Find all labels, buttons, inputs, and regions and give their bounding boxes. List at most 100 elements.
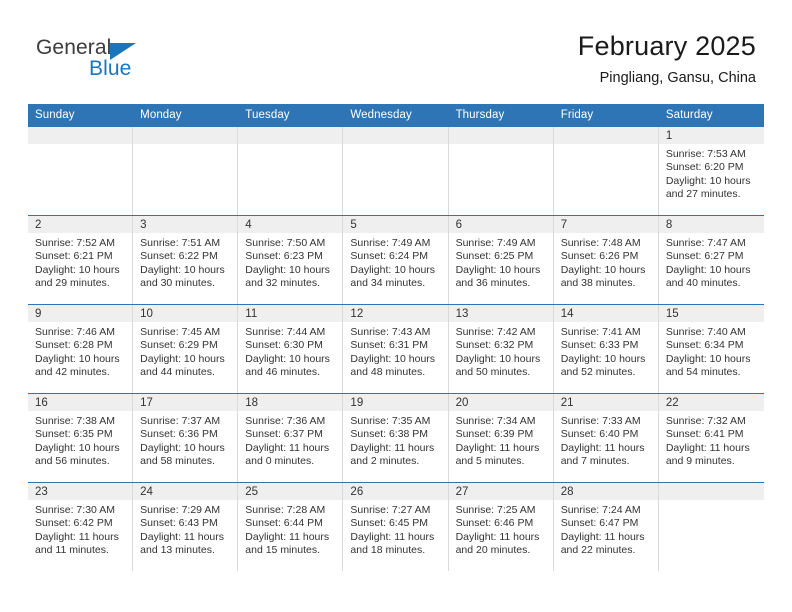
calendar-day-cell[interactable]: 6 Sunrise: 7:49 AM Sunset: 6:25 PM Daylight…: [448, 215, 554, 305]
day-details: Sunrise: 7:50 AM Sunset: 6:23 PM Daylight:…: [238, 233, 342, 291]
sunrise-text: Sunrise: 7:44 AM: [245, 326, 326, 338]
sunset-text: Sunset: 6:35 PM: [35, 428, 113, 441]
day-number: 19: [343, 394, 448, 411]
sunset-text: Sunset: 6:23 PM: [245, 250, 323, 263]
calendar-day-cell[interactable]: 17 Sunrise: 7:37 AM Sunset: 6:36 PM Dayligh…: [133, 393, 239, 483]
calendar-week-row: 9 Sunrise: 7:46 AM Sunset: 6:28 PM Daylight…: [28, 304, 764, 394]
sunset-text: Sunset: 6:22 PM: [140, 250, 218, 263]
calendar-day-cell[interactable]: 16 Sunrise: 7:38 AM Sunset: 6:35 PM Dayligh…: [28, 393, 134, 483]
day-cell-inner: 15 Sunrise: 7:40 AM Sunset: 6:34 PM Dayligh…: [658, 305, 764, 393]
calendar-day-cell[interactable]: 15 Sunrise: 7:40 AM Sunset: 6:34 PM Dayligh…: [658, 304, 764, 394]
sunrise-text: Sunrise: 7:37 AM: [140, 415, 221, 427]
sunset-text: Sunset: 6:28 PM: [35, 339, 113, 352]
calendar-day-cell[interactable]: 28 Sunrise: 7:24 AM Sunset: 6:47 PM Dayligh…: [553, 482, 659, 571]
sunrise-text: Sunrise: 7:43 AM: [350, 326, 431, 338]
day-number: 4: [238, 216, 343, 233]
calendar-day-cell[interactable]: 23 Sunrise: 7:30 AM Sunset: 6:42 PM Dayligh…: [28, 482, 134, 571]
day-number: 25: [238, 483, 343, 500]
daylight-text-line2: and 20 minutes.: [455, 544, 531, 557]
daylight-text-line2: and 50 minutes.: [455, 366, 531, 379]
calendar-grid: Sunday Monday Tuesday Wednesday Thursday…: [28, 104, 764, 571]
day-number: [238, 127, 343, 144]
daylight-text-line1: Daylight: 10 hours: [350, 263, 436, 276]
day-number: 18: [238, 394, 343, 411]
calendar-day-cell[interactable]: 5 Sunrise: 7:49 AM Sunset: 6:24 PM Daylight…: [343, 215, 449, 305]
daylight-text-line1: Daylight: 10 hours: [455, 263, 541, 276]
calendar-day-cell[interactable]: 19 Sunrise: 7:35 AM Sunset: 6:38 PM Dayligh…: [343, 393, 449, 483]
calendar-day-cell[interactable]: 21 Sunrise: 7:33 AM Sunset: 6:40 PM Dayligh…: [553, 393, 659, 483]
calendar-day-cell[interactable]: 18 Sunrise: 7:36 AM Sunset: 6:37 PM Dayligh…: [238, 393, 344, 483]
calendar-day-cell[interactable]: 25 Sunrise: 7:28 AM Sunset: 6:44 PM Dayligh…: [238, 482, 344, 571]
weekday-header-sunday: Sunday: [28, 104, 134, 127]
calendar-day-cell[interactable]: 10 Sunrise: 7:45 AM Sunset: 6:29 PM Dayligh…: [133, 304, 239, 394]
calendar-day-cell[interactable]: 4 Sunrise: 7:50 AM Sunset: 6:23 PM Daylight…: [238, 215, 344, 305]
day-number: 10: [133, 305, 238, 322]
calendar-day-cell[interactable]: 20 Sunrise: 7:34 AM Sunset: 6:39 PM Dayligh…: [448, 393, 554, 483]
day-cell-inner: 25 Sunrise: 7:28 AM Sunset: 6:44 PM Dayligh…: [238, 483, 344, 571]
daylight-text-line1: Daylight: 10 hours: [455, 352, 541, 365]
calendar-day-cell[interactable]: 13 Sunrise: 7:42 AM Sunset: 6:32 PM Dayligh…: [448, 304, 554, 394]
daylight-text-line1: Daylight: 11 hours: [455, 530, 540, 543]
calendar-day-cell[interactable]: 27 Sunrise: 7:25 AM Sunset: 6:46 PM Dayligh…: [448, 482, 554, 571]
sunset-text: Sunset: 6:46 PM: [455, 517, 534, 530]
sunset-text: Sunset: 6:37 PM: [245, 428, 323, 441]
day-number: 1: [658, 127, 764, 144]
day-details: Sunrise: 7:52 AM Sunset: 6:21 PM Daylight:…: [28, 233, 132, 291]
day-number: 14: [553, 305, 658, 322]
calendar-day-cell[interactable]: 26 Sunrise: 7:27 AM Sunset: 6:45 PM Dayligh…: [343, 482, 449, 571]
calendar-week-row: 1 Sunrise: 7:53 AM Sunset: 6:20 PM Daylight…: [28, 127, 764, 216]
sunrise-text: Sunrise: 7:34 AM: [455, 415, 536, 427]
daylight-text-line2: and 38 minutes.: [560, 277, 636, 290]
calendar-empty-cell: [658, 482, 764, 571]
sunset-text: Sunset: 6:27 PM: [665, 250, 744, 263]
daylight-text-line1: Daylight: 10 hours: [140, 441, 225, 454]
calendar-day-cell[interactable]: 8 Sunrise: 7:47 AM Sunset: 6:27 PM Daylight…: [658, 215, 764, 305]
calendar-day-cell[interactable]: 12 Sunrise: 7:43 AM Sunset: 6:31 PM Dayligh…: [343, 304, 449, 394]
calendar-day-cell[interactable]: 9 Sunrise: 7:46 AM Sunset: 6:28 PM Daylight…: [28, 304, 134, 394]
daylight-text-line2: and 13 minutes.: [140, 544, 215, 557]
day-cell-inner: 6 Sunrise: 7:49 AM Sunset: 6:25 PM Daylight…: [448, 216, 554, 304]
sunrise-text: Sunrise: 7:35 AM: [350, 415, 431, 427]
calendar-day-cell[interactable]: 7 Sunrise: 7:48 AM Sunset: 6:26 PM Daylight…: [553, 215, 659, 305]
day-number: 13: [448, 305, 553, 322]
day-details: Sunrise: 7:47 AM Sunset: 6:27 PM Daylight:…: [659, 233, 764, 291]
daylight-text-line2: and 48 minutes.: [350, 366, 426, 379]
calendar-day-cell[interactable]: 3 Sunrise: 7:51 AM Sunset: 6:22 PM Daylight…: [133, 215, 239, 305]
day-cell-inner: [28, 127, 134, 215]
calendar-day-cell[interactable]: 14 Sunrise: 7:41 AM Sunset: 6:33 PM Dayligh…: [553, 304, 659, 394]
weekday-header-wednesday: Wednesday: [343, 104, 449, 127]
sunrise-text: Sunrise: 7:29 AM: [140, 504, 221, 516]
title-block: February 2025 Pingliang, Gansu, China: [578, 30, 756, 88]
day-details: Sunrise: 7:44 AM Sunset: 6:30 PM Daylight:…: [238, 322, 342, 380]
daylight-text-line2: and 34 minutes.: [350, 277, 426, 290]
daylight-text-line2: and 36 minutes.: [455, 277, 531, 290]
daylight-text-line1: Daylight: 11 hours: [455, 441, 540, 454]
daylight-text-line1: Daylight: 10 hours: [35, 263, 120, 276]
daylight-text-line2: and 29 minutes.: [35, 277, 110, 290]
calendar-day-cell[interactable]: 2 Sunrise: 7:52 AM Sunset: 6:21 PM Daylight…: [28, 215, 134, 305]
calendar-day-cell[interactable]: 1 Sunrise: 7:53 AM Sunset: 6:20 PM Daylight…: [658, 127, 764, 216]
day-details: Sunrise: 7:25 AM Sunset: 6:46 PM Daylight:…: [449, 500, 553, 558]
day-number: [448, 127, 553, 144]
calendar-page: General Blue February 2025 Pingliang, Ga…: [0, 0, 792, 612]
day-details: Sunrise: 7:36 AM Sunset: 6:37 PM Daylight:…: [238, 411, 342, 469]
daylight-text-line1: Daylight: 10 hours: [350, 352, 436, 365]
daylight-text-line2: and 15 minutes.: [245, 544, 320, 557]
daylight-text-line1: Daylight: 10 hours: [665, 352, 751, 365]
sunset-text: Sunset: 6:24 PM: [350, 250, 429, 263]
day-details: Sunrise: 7:37 AM Sunset: 6:36 PM Daylight:…: [133, 411, 237, 469]
daylight-text-line2: and 52 minutes.: [560, 366, 636, 379]
sunset-text: Sunset: 6:40 PM: [560, 428, 639, 441]
daylight-text-line1: Daylight: 10 hours: [140, 263, 225, 276]
sunrise-text: Sunrise: 7:49 AM: [350, 237, 431, 249]
calendar-day-cell[interactable]: 22 Sunrise: 7:32 AM Sunset: 6:41 PM Dayligh…: [658, 393, 764, 483]
sunrise-text: Sunrise: 7:52 AM: [35, 237, 115, 249]
day-cell-inner: 27 Sunrise: 7:25 AM Sunset: 6:46 PM Dayligh…: [448, 483, 554, 571]
calendar-day-cell[interactable]: 11 Sunrise: 7:44 AM Sunset: 6:30 PM Dayligh…: [238, 304, 344, 394]
calendar-day-cell[interactable]: 24 Sunrise: 7:29 AM Sunset: 6:43 PM Dayligh…: [133, 482, 239, 571]
day-cell-inner: 19 Sunrise: 7:35 AM Sunset: 6:38 PM Dayligh…: [343, 394, 449, 482]
general-blue-logo: General Blue: [36, 36, 216, 88]
daylight-text-line2: and 54 minutes.: [665, 366, 741, 379]
daylight-text-line1: Daylight: 10 hours: [665, 263, 751, 276]
daylight-text-line2: and 2 minutes.: [350, 455, 420, 468]
